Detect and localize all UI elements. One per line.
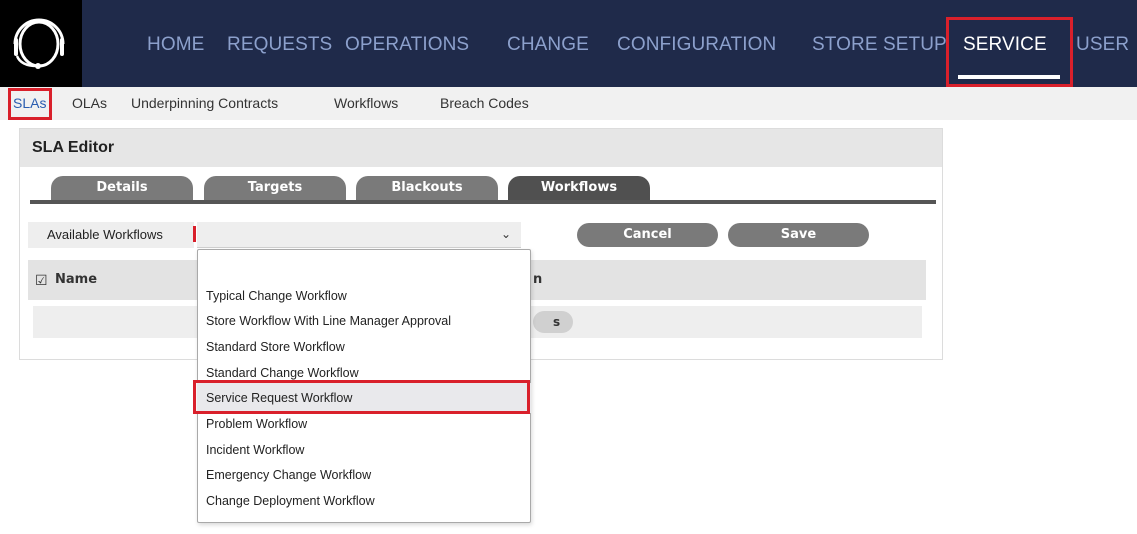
tab-details[interactable]: Details — [51, 176, 193, 200]
nav-operations[interactable]: OPERATIONS — [345, 34, 469, 56]
row-action-button[interactable]: s — [533, 311, 573, 333]
save-button[interactable]: Save — [728, 223, 869, 247]
tabs-baseline — [30, 200, 936, 204]
sub-navigation: SLAs OLAs Underpinning Contracts Workflo… — [0, 87, 1137, 120]
select-all-checkbox-icon[interactable]: ☑ — [35, 272, 48, 289]
tab-workflows[interactable]: Workflows — [508, 176, 650, 200]
available-workflows-select[interactable]: ⌄ — [197, 222, 521, 248]
dropdown-option[interactable]: Problem Workflow — [206, 417, 307, 431]
dropdown-option[interactable]: Typical Change Workflow — [206, 289, 347, 303]
dropdown-option[interactable]: Store Workflow With Line Manager Approva… — [206, 314, 451, 328]
dropdown-option[interactable]: Emergency Change Workflow — [206, 468, 371, 482]
nav-home[interactable]: HOME — [147, 34, 204, 56]
tab-targets[interactable]: Targets — [204, 176, 346, 200]
chevron-down-icon[interactable]: ⌄ — [501, 227, 511, 241]
dropdown-option[interactable]: Incident Workflow — [206, 443, 304, 457]
nav-store-setup[interactable]: STORE SETUP — [812, 34, 947, 56]
dropdown-option[interactable]: Change Deployment Workflow — [206, 494, 375, 508]
column-header-partial: n — [533, 272, 543, 287]
required-marker — [193, 226, 196, 242]
available-workflows-label: Available Workflows — [28, 222, 194, 248]
nav-configuration[interactable]: CONFIGURATION — [617, 34, 776, 56]
nav-requests[interactable]: REQUESTS — [227, 34, 332, 56]
headset-logo-icon[interactable] — [0, 0, 82, 87]
column-header-name[interactable]: Name — [55, 272, 97, 287]
subnav-underpinning-contracts[interactable]: Underpinning Contracts — [131, 95, 278, 111]
nav-user[interactable]: USER — [1076, 34, 1129, 56]
tab-blackouts[interactable]: Blackouts — [356, 176, 498, 200]
service-highlight-box — [946, 17, 1073, 87]
cancel-button[interactable]: Cancel — [577, 223, 718, 247]
dropdown-option[interactable]: Standard Store Workflow — [206, 340, 345, 354]
panel-title: SLA Editor — [32, 139, 115, 156]
dropdown-option[interactable]: Standard Change Workflow — [206, 366, 359, 380]
panel-header: SLA Editor — [20, 129, 942, 167]
service-request-highlight-box — [193, 380, 530, 414]
subnav-workflows[interactable]: Workflows — [334, 95, 398, 111]
subnav-breach-codes[interactable]: Breach Codes — [440, 95, 529, 111]
nav-change[interactable]: CHANGE — [507, 34, 589, 56]
slas-highlight-box — [8, 88, 52, 120]
subnav-olas[interactable]: OLAs — [72, 95, 107, 111]
